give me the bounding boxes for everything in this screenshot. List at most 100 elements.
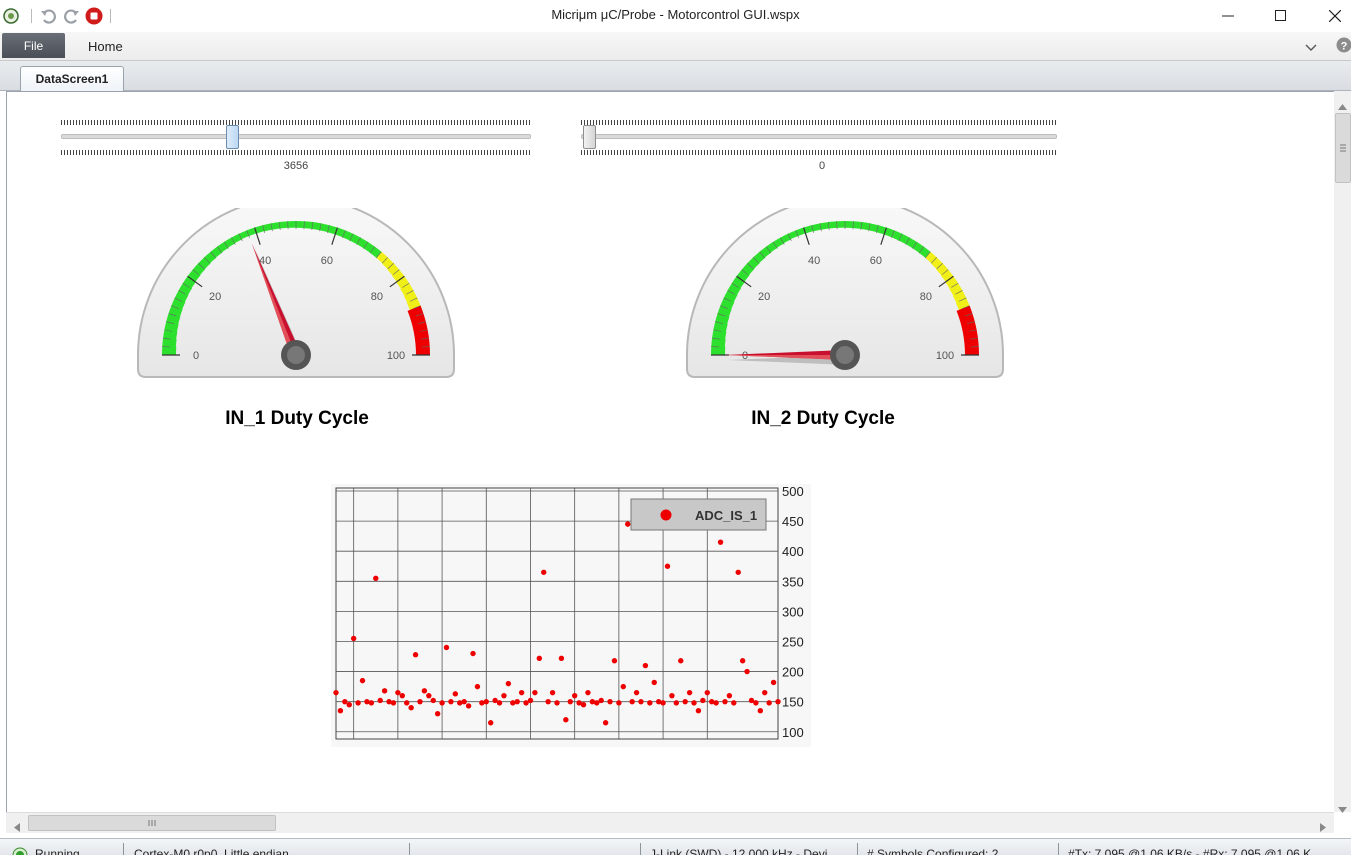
data-point — [347, 702, 352, 707]
tab-datascreen1[interactable]: DataScreen1 — [20, 66, 124, 91]
chart-legend: ADC_IS_1 — [631, 499, 766, 530]
data-point — [453, 691, 458, 696]
data-point — [360, 678, 365, 683]
chart-svg: 100150200250300350400450500ADC_IS_1 — [331, 484, 811, 747]
in2-slider[interactable] — [581, 120, 1057, 156]
gauge-title: IN_2 Duty Cycle — [673, 408, 973, 430]
maximize-icon[interactable] — [1259, 4, 1303, 28]
data-point — [439, 700, 444, 705]
y-tick-label: 150 — [782, 695, 804, 710]
data-point — [775, 699, 780, 704]
data-point — [731, 700, 736, 705]
data-point — [718, 539, 723, 544]
data-point — [621, 684, 626, 689]
data-point — [758, 708, 763, 713]
data-point — [369, 700, 374, 705]
status-bar: Running Cortex-M0 r0p0, Little endian J-… — [0, 838, 1351, 855]
gauge-title: IN_1 Duty Cycle — [147, 408, 447, 430]
data-point — [355, 700, 360, 705]
data-point — [585, 690, 590, 695]
data-point — [404, 700, 409, 705]
data-point — [351, 636, 356, 641]
window-title: Micriμm μC/Probe - Motorcontrol GUI.wspx — [0, 7, 1351, 22]
data-point — [638, 699, 643, 704]
home-ribbon-tab[interactable]: Home — [88, 39, 123, 54]
status-separator — [640, 843, 641, 855]
data-point — [740, 658, 745, 663]
scroll-left-icon[interactable] — [14, 819, 20, 837]
data-point — [413, 652, 418, 657]
data-point — [519, 690, 524, 695]
data-point — [607, 699, 612, 704]
data-point — [373, 576, 378, 581]
data-point — [643, 663, 648, 668]
data-point — [612, 658, 617, 663]
scroll-right-icon[interactable] — [1320, 819, 1326, 837]
gauge-tick-label: 80 — [371, 291, 383, 303]
status-separator — [1058, 843, 1059, 855]
data-point — [501, 693, 506, 698]
status-separator — [409, 843, 410, 855]
data-point — [700, 698, 705, 703]
data-point — [338, 708, 343, 713]
data-point — [488, 720, 493, 725]
data-point — [568, 699, 573, 704]
data-point — [554, 700, 559, 705]
y-tick-label: 400 — [782, 544, 804, 559]
slider-track[interactable] — [581, 134, 1057, 139]
scroll-down-icon[interactable] — [1338, 800, 1347, 818]
data-point — [422, 688, 427, 693]
y-tick-label: 500 — [782, 484, 804, 499]
file-menu-button[interactable]: File — [2, 33, 65, 58]
data-point — [771, 680, 776, 685]
data-point — [696, 708, 701, 713]
data-point — [634, 690, 639, 695]
data-point — [705, 690, 710, 695]
y-tick-label: 100 — [782, 725, 804, 740]
data-point — [537, 656, 542, 661]
data-point — [625, 521, 630, 526]
gauge-tick-label: 20 — [758, 291, 770, 303]
vertical-scrollbar[interactable] — [1334, 91, 1351, 812]
in1-slider[interactable] — [61, 120, 531, 156]
slider-thumb[interactable] — [583, 125, 596, 149]
data-point — [581, 702, 586, 707]
in1-slider-value: 3656 — [266, 160, 326, 172]
data-point — [395, 690, 400, 695]
horizontal-scrollbar[interactable] — [6, 812, 1334, 833]
data-point — [559, 656, 564, 661]
data-point — [687, 690, 692, 695]
gauge-tick-label: 60 — [321, 255, 333, 267]
gauge-hub-inner — [836, 346, 854, 364]
data-point — [466, 703, 471, 708]
data-point — [674, 700, 679, 705]
data-point — [682, 699, 687, 704]
data-point — [603, 720, 608, 725]
data-point — [484, 699, 489, 704]
in2-slider-value: 0 — [792, 160, 852, 172]
data-point — [378, 698, 383, 703]
data-point — [431, 698, 436, 703]
minimize-icon[interactable] — [1206, 4, 1250, 28]
data-point — [400, 693, 405, 698]
data-point — [722, 699, 727, 704]
gauge-tick-label: 100 — [936, 350, 954, 362]
close-icon[interactable] — [1313, 4, 1351, 28]
data-point — [506, 681, 511, 686]
data-point — [616, 700, 621, 705]
slider-thumb[interactable] — [226, 125, 239, 149]
scroll-thumb[interactable] — [28, 815, 276, 831]
data-point — [713, 700, 718, 705]
ribbon-collapse-icon[interactable] — [1305, 40, 1317, 58]
data-point — [541, 570, 546, 575]
data-point — [333, 690, 338, 695]
help-icon[interactable]: ? — [1336, 37, 1351, 58]
data-point — [766, 700, 771, 705]
gauge-tick-label: 0 — [193, 350, 199, 362]
gauge-zone-green — [837, 221, 846, 228]
y-tick-label: 300 — [782, 604, 804, 619]
slider-track[interactable] — [61, 134, 531, 139]
legend-label: ADC_IS_1 — [695, 508, 757, 523]
data-point — [563, 717, 568, 722]
scroll-thumb[interactable] — [1335, 113, 1351, 183]
